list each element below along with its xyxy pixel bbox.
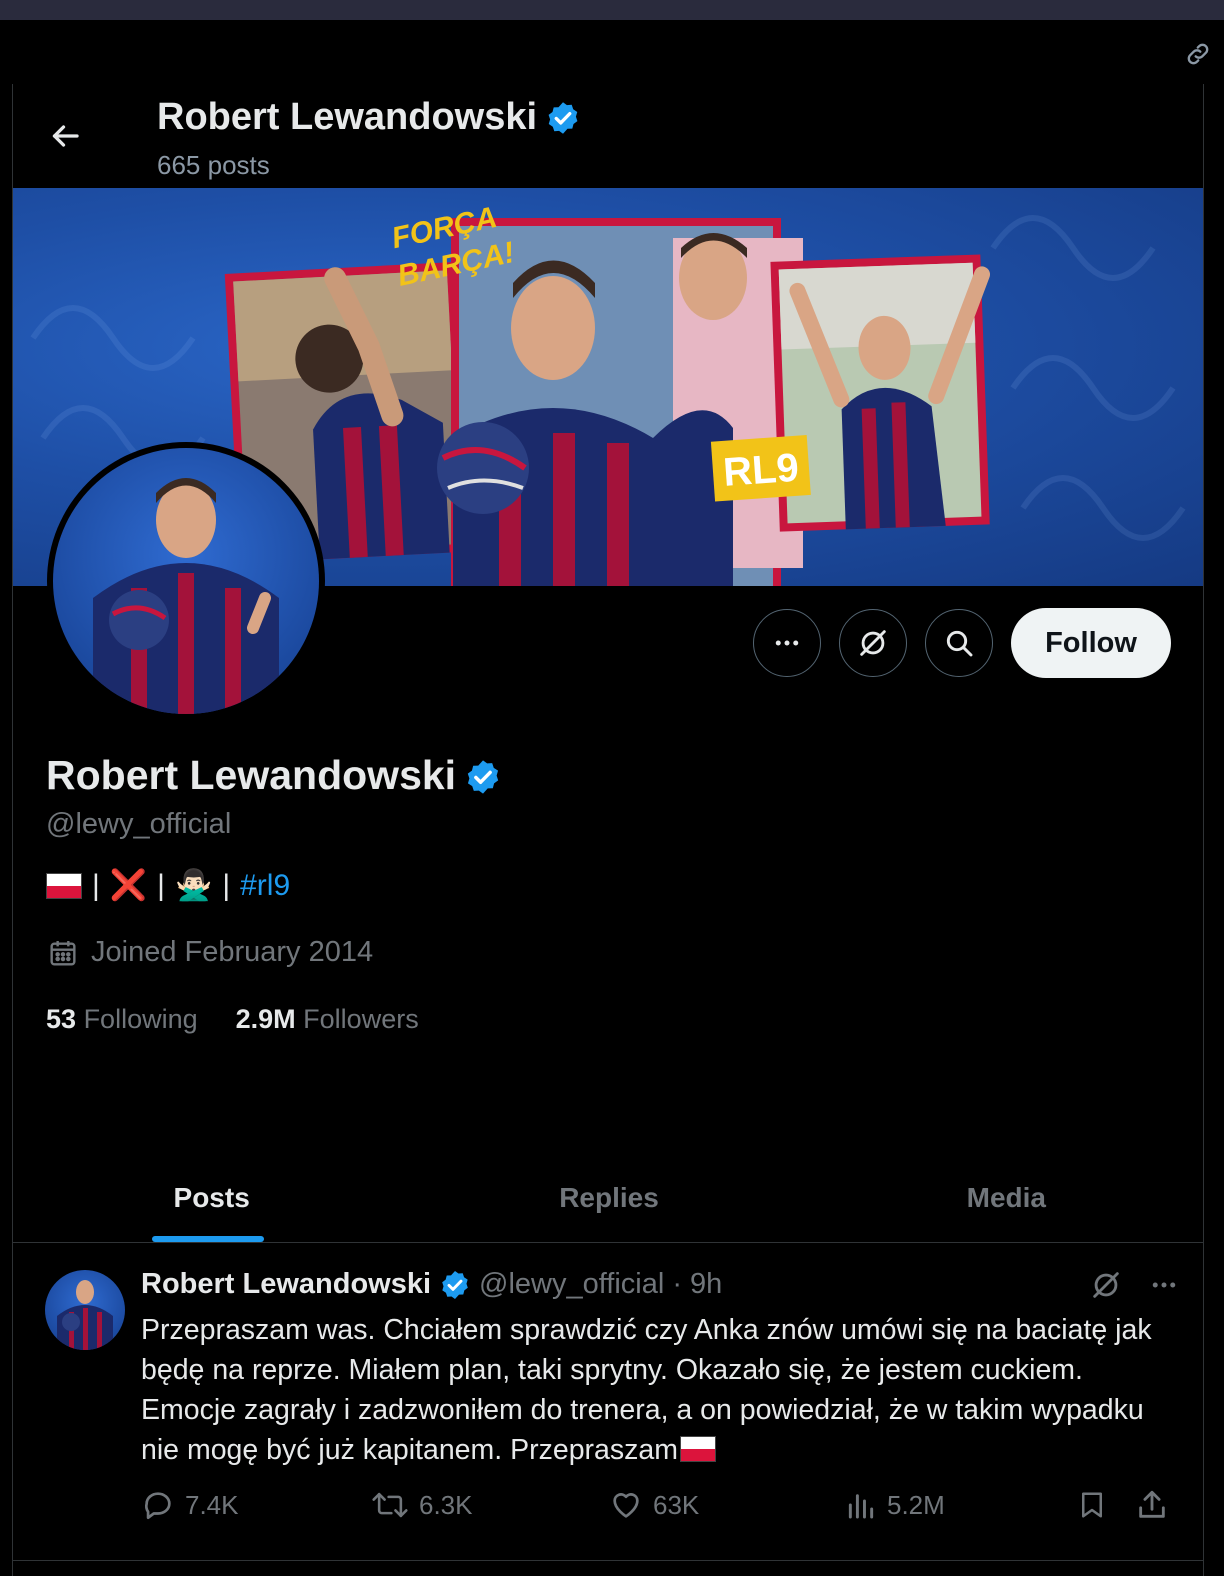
header-title: Robert Lewandowski (157, 96, 581, 139)
person-gesturing-no-icon: 🙅🏻‍♂️ (174, 869, 213, 902)
grok-icon[interactable] (1089, 1268, 1123, 1302)
analytics-icon (848, 1494, 874, 1519)
post-header: Robert Lewandowski @lewy_official · 9h (141, 1268, 722, 1301)
verified-badge-icon (439, 1269, 471, 1301)
following-label: Following (83, 1004, 198, 1034)
profile-bio: | ❌ | 🙅🏻‍♂️ | #rl9 (46, 868, 290, 903)
tab-media[interactable]: Media (808, 1154, 1203, 1242)
bookmark-icon (1082, 1492, 1102, 1518)
header-name: Robert Lewandowski (157, 96, 538, 138)
top-bar (0, 20, 1224, 84)
window-top-strip (0, 0, 1224, 20)
more-dots-icon (775, 640, 799, 646)
post-text: Przepraszam was. Chciałem sprawdzić czy … (141, 1314, 1152, 1466)
tab-label: Posts (173, 1182, 250, 1213)
poland-flag-icon (46, 872, 82, 899)
views-button[interactable]: 5.2M (845, 1488, 945, 1522)
bio-separator: | (92, 868, 100, 902)
calendar-icon (50, 940, 76, 966)
joined-text: Joined February 2014 (91, 936, 374, 968)
bio-hashtag-link[interactable]: #rl9 (240, 869, 290, 903)
back-arrow-icon[interactable] (47, 118, 83, 154)
post-tools (1089, 1268, 1179, 1302)
post-metrics: 7.4K 6.3K 63K 5.2M (141, 1488, 1181, 1532)
following-count: 53 (46, 1004, 77, 1034)
tab-label: Media (966, 1182, 1046, 1213)
profile-column: Robert Lewandowski 665 posts RL9 FORÇA B… (12, 84, 1204, 1576)
profile-name: Robert Lewandowski (46, 752, 500, 799)
follow-stats: 53 Following 2.9M Followers (46, 1004, 419, 1035)
bio-separator: | (157, 868, 165, 902)
post-author-handle[interactable]: @lewy_official (479, 1268, 664, 1301)
post-timestamp[interactable]: 9h (690, 1268, 722, 1301)
grok-button[interactable] (839, 609, 907, 677)
tab-replies[interactable]: Replies (410, 1154, 807, 1242)
poland-flag-icon (680, 1436, 716, 1462)
followers-label: Followers (303, 1004, 419, 1034)
repost-icon (372, 1492, 408, 1518)
followers-link[interactable]: 2.9M Followers (236, 1004, 419, 1035)
followers-count: 2.9M (235, 1004, 296, 1034)
joined-date: Joined February 2014 (47, 936, 373, 969)
tab-label: Replies (559, 1182, 659, 1213)
search-icon (946, 630, 973, 657)
profile-actions: Follow (753, 608, 1171, 678)
profile-display-name: Robert Lewandowski (46, 752, 457, 798)
reply-icon (144, 1492, 171, 1520)
repost-count: 6.3K (419, 1489, 473, 1520)
post-dot-separator: · (672, 1268, 682, 1300)
post-count: 665 posts (157, 150, 270, 180)
more-options-button[interactable] (753, 609, 821, 677)
cross-mark-icon: ❌ (109, 869, 148, 902)
views-count: 5.2M (887, 1489, 945, 1520)
grok-icon (860, 630, 886, 656)
profile-tabs: Posts Replies Media (13, 1154, 1203, 1243)
search-profile-button[interactable] (925, 609, 993, 677)
banner-badge: RL9 (722, 446, 800, 495)
like-count: 63K (653, 1489, 700, 1520)
verified-badge-icon (464, 758, 500, 794)
post-avatar[interactable] (45, 1270, 125, 1350)
like-button[interactable]: 63K (609, 1488, 699, 1522)
bio-separator: | (222, 868, 231, 902)
link-icon[interactable] (1184, 40, 1212, 68)
repost-button[interactable]: 6.3K (371, 1488, 473, 1522)
heart-icon (613, 1493, 639, 1518)
bookmark-button[interactable] (1077, 1488, 1107, 1522)
post-divider (13, 1560, 1203, 1561)
profile-header: Robert Lewandowski 665 posts (13, 84, 1203, 188)
share-icon (1139, 1490, 1165, 1518)
reply-count: 7.4K (185, 1489, 239, 1520)
reply-button[interactable]: 7.4K (141, 1488, 239, 1522)
following-link[interactable]: 53 Following (46, 1004, 198, 1035)
post-item[interactable]: Robert Lewandowski @lewy_official · 9h P… (13, 1242, 1203, 1576)
profile-avatar[interactable] (47, 442, 325, 720)
share-button[interactable] (1135, 1488, 1169, 1522)
post-body: Przepraszam was. Chciałem sprawdzić czy … (141, 1310, 1181, 1470)
follow-button[interactable]: Follow (1011, 608, 1171, 678)
more-dots-icon[interactable] (1149, 1270, 1179, 1300)
profile-handle: @lewy_official (46, 808, 232, 840)
verified-badge-icon (545, 100, 581, 136)
tab-posts[interactable]: Posts (13, 1154, 410, 1242)
post-author-name[interactable]: Robert Lewandowski (141, 1268, 431, 1301)
